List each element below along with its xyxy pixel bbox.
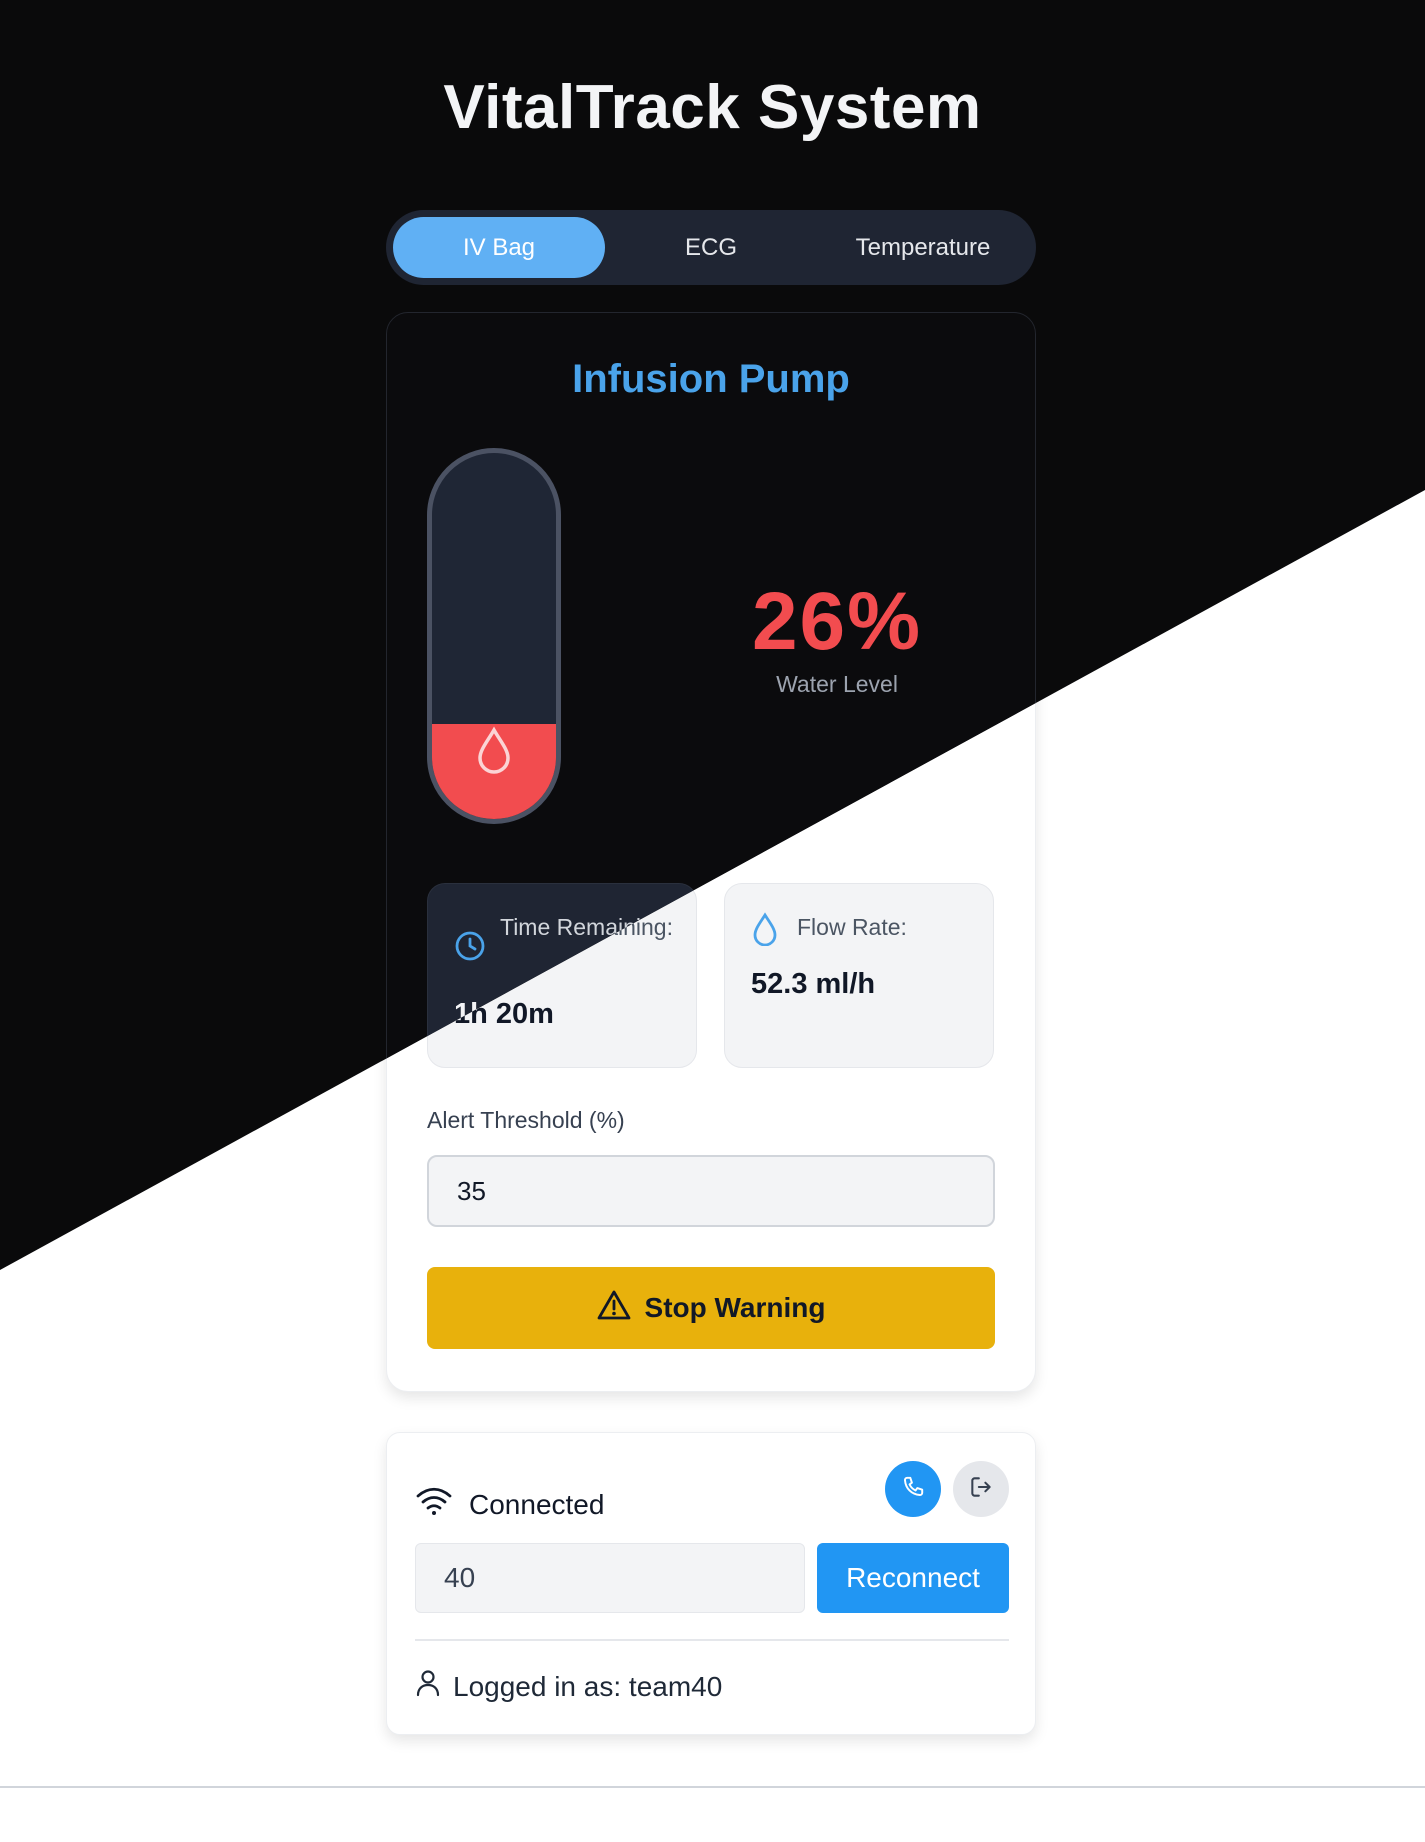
water-level-percent: 26% — [751, 576, 923, 667]
iv-bag-level-gauge — [427, 448, 561, 824]
logout-icon — [968, 1474, 994, 1505]
connection-status-label: Connected — [469, 1488, 605, 1520]
card-title: Infusion Pump — [572, 357, 850, 401]
stop-warning-label: Stop Warning — [644, 1292, 826, 1323]
iv-bag-level-fill — [432, 723, 556, 819]
alert-threshold-label: Alert Threshold (%) — [427, 1107, 625, 1133]
reconnect-button[interactable]: Reconnect — [817, 1543, 1009, 1613]
tab-temperature[interactable]: Temperature — [817, 217, 1029, 278]
logged-in-info: Logged in as: team40 — [415, 1669, 722, 1704]
divider — [415, 1639, 1009, 1641]
drop-icon — [751, 912, 779, 951]
user-icon — [415, 1669, 441, 1704]
connection-status: Connected — [415, 1485, 604, 1524]
wifi-icon — [415, 1485, 453, 1524]
team-id-input[interactable] — [415, 1543, 805, 1613]
flow-rate-box: Flow Rate: 52.3 ml/h — [724, 883, 994, 1068]
connection-card: Connected Reconnect Logged in as: team40 — [386, 1432, 1036, 1735]
app-title: VitalTrack System — [443, 73, 982, 142]
water-level-label: Water Level — [776, 671, 898, 697]
stop-warning-button[interactable]: Stop Warning — [427, 1267, 995, 1349]
tab-iv-bag[interactable]: IV Bag — [393, 217, 605, 278]
bottom-divider — [0, 1786, 1425, 1788]
drop-icon — [432, 724, 556, 774]
warning-triangle-icon — [597, 1289, 631, 1328]
clock-icon — [454, 930, 486, 967]
flow-rate-label: Flow Rate: — [797, 914, 907, 940]
phone-icon — [900, 1474, 926, 1505]
logout-button[interactable] — [953, 1461, 1009, 1517]
logged-in-label: Logged in as: team40 — [453, 1670, 723, 1702]
tab-bar: IV Bag ECG Temperature — [386, 210, 1036, 285]
call-button[interactable] — [885, 1461, 941, 1517]
alert-threshold-input[interactable] — [427, 1155, 995, 1227]
flow-rate-value: 52.3 ml/h — [751, 968, 876, 1000]
tab-ecg[interactable]: ECG — [605, 217, 817, 278]
